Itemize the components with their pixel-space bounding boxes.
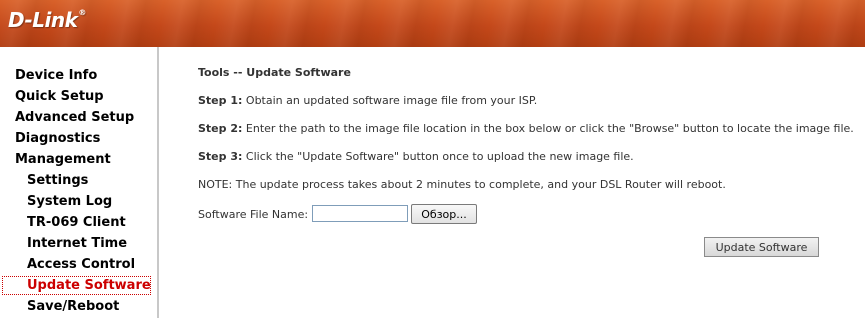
step-1-label: Step 1: xyxy=(198,94,243,107)
logo-text: D-Link xyxy=(8,8,78,32)
sidebar-item-tr069-client[interactable]: TR-069 Client xyxy=(27,214,126,231)
step-1-text: Obtain an updated software image file fr… xyxy=(245,94,538,107)
update-software-button[interactable]: Update Software xyxy=(704,237,819,257)
sidebar-item-access-control[interactable]: Access Control xyxy=(27,256,135,273)
sidebar-item-settings[interactable]: Settings xyxy=(27,172,88,189)
sidebar-item-update-software[interactable]: Update Software xyxy=(2,276,151,295)
sidebar-item-save-reboot[interactable]: Save/Reboot xyxy=(27,298,119,315)
sidebar-item-internet-time[interactable]: Internet Time xyxy=(27,235,127,252)
sidebar: Device Info Quick Setup Advanced Setup D… xyxy=(0,47,159,318)
logo-registered-mark: ® xyxy=(78,8,86,17)
browse-button[interactable]: Обзор... xyxy=(411,204,477,224)
sidebar-item-system-log[interactable]: System Log xyxy=(27,193,112,210)
page-title: Tools -- Update Software xyxy=(198,66,351,79)
step-1: Step 1: Obtain an updated software image… xyxy=(198,94,537,107)
header-banner: D-Link® xyxy=(0,0,865,47)
main-content: Tools -- Update Software Step 1: Obtain … xyxy=(159,47,865,318)
sidebar-item-quick-setup[interactable]: Quick Setup xyxy=(15,88,104,105)
dlink-logo: D-Link® xyxy=(8,8,86,32)
sidebar-item-device-info[interactable]: Device Info xyxy=(15,67,97,84)
step-3: Step 3: Click the "Update Software" butt… xyxy=(198,150,634,163)
step-2-text: Enter the path to the image file locatio… xyxy=(245,122,854,135)
sidebar-item-management[interactable]: Management xyxy=(15,151,111,168)
step-2: Step 2: Enter the path to the image file… xyxy=(198,122,854,135)
sidebar-item-advanced-setup[interactable]: Advanced Setup xyxy=(15,109,134,126)
sidebar-item-diagnostics[interactable]: Diagnostics xyxy=(15,130,100,147)
step-3-text: Click the "Update Software" button once … xyxy=(245,150,634,163)
update-note: NOTE: The update process takes about 2 m… xyxy=(198,178,726,191)
step-2-label: Step 2: xyxy=(198,122,243,135)
file-name-label: Software File Name: xyxy=(198,208,309,221)
step-3-label: Step 3: xyxy=(198,150,243,163)
software-file-input[interactable] xyxy=(312,205,408,222)
